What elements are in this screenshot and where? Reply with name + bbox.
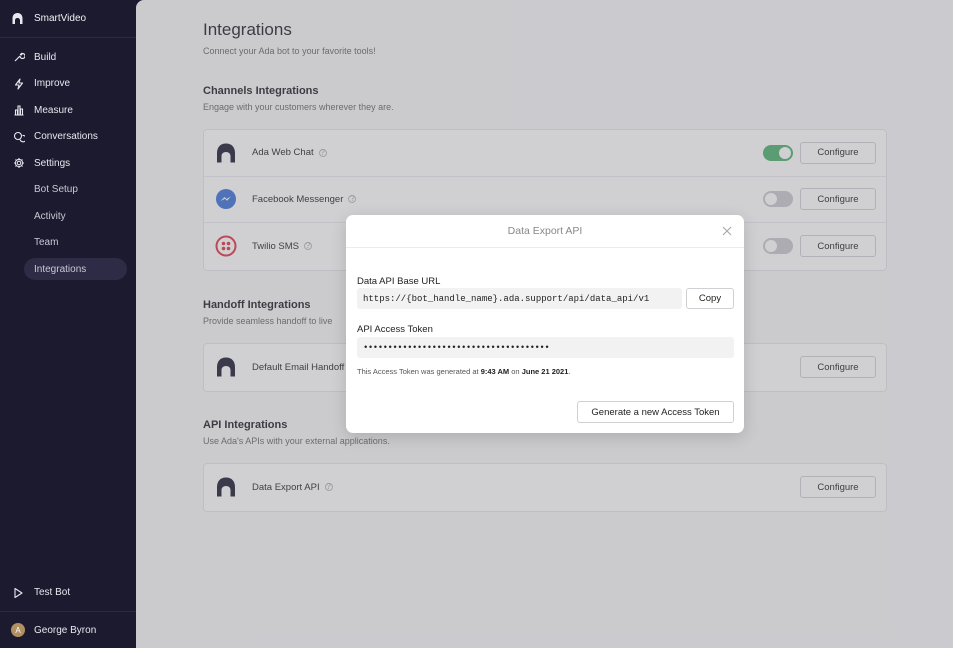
brand[interactable]: SmartVideo bbox=[0, 0, 136, 38]
sidebar-item-improve[interactable]: Improve bbox=[0, 71, 136, 98]
sidebar-item-measure[interactable]: Measure bbox=[0, 97, 136, 124]
sidebar-item-build[interactable]: Build bbox=[0, 44, 136, 71]
sidebar-subitem-label: Integrations bbox=[34, 263, 87, 275]
close-icon[interactable] bbox=[721, 225, 733, 237]
play-icon bbox=[12, 586, 25, 599]
sidebar-item-settings[interactable]: Settings bbox=[0, 150, 136, 177]
user-name: George Byron bbox=[34, 624, 97, 636]
base-url-field[interactable]: https://{bot_handle_name}.ada.support/ap… bbox=[357, 288, 682, 309]
note-time: 9:43 AM bbox=[480, 367, 510, 376]
user-menu[interactable]: A George Byron bbox=[0, 612, 136, 648]
modal-title: Data Export API bbox=[507, 225, 583, 237]
token-generated-note: This Access Token was generated at 9:43 … bbox=[357, 367, 570, 376]
gear-icon bbox=[12, 157, 25, 170]
lightning-icon bbox=[12, 77, 25, 90]
token-label: API Access Token bbox=[357, 324, 433, 335]
ada-logo-icon bbox=[11, 12, 24, 25]
chat-icon bbox=[12, 130, 25, 143]
generate-token-button[interactable]: Generate a new Access Token bbox=[577, 401, 734, 423]
test-bot-label: Test Bot bbox=[34, 587, 71, 598]
sidebar-item-label: Build bbox=[34, 51, 57, 63]
sidebar-subitem-team[interactable]: Team bbox=[0, 230, 136, 257]
note-date: June 21 2021 bbox=[521, 367, 569, 376]
sidebar-bottom: Test Bot A George Byron bbox=[0, 574, 136, 648]
sidebar-item-label: Improve bbox=[34, 78, 71, 90]
sidebar-subitem-bot-setup[interactable]: Bot Setup bbox=[0, 177, 136, 204]
test-bot-button[interactable]: Test Bot bbox=[0, 574, 136, 612]
sidebar-item-label: Measure bbox=[34, 104, 73, 116]
note-mid: on bbox=[509, 367, 522, 376]
sidebar-subitem-label: Team bbox=[34, 237, 59, 249]
sidebar-subitem-activity[interactable]: Activity bbox=[0, 203, 136, 230]
sidebar-item-conversations[interactable]: Conversations bbox=[0, 124, 136, 151]
app-name: SmartVideo bbox=[34, 13, 87, 24]
sidebar-subitem-integrations[interactable]: Integrations bbox=[24, 258, 127, 280]
copy-button[interactable]: Copy bbox=[686, 288, 734, 309]
sidebar-subitem-label: Activity bbox=[34, 210, 66, 222]
avatar: A bbox=[11, 623, 25, 637]
sidebar-item-label: Conversations bbox=[34, 131, 98, 143]
sidebar-item-label: Settings bbox=[34, 157, 71, 169]
bar-chart-icon bbox=[12, 104, 25, 117]
wrench-icon bbox=[12, 51, 25, 64]
note-suffix: . bbox=[568, 367, 571, 376]
sidebar-subitem-label: Bot Setup bbox=[34, 184, 78, 196]
sidebar: SmartVideo Build Improve Measure Convers… bbox=[0, 0, 136, 648]
access-token-field[interactable]: •••••••••••••••••••••••••••••••••••••• bbox=[357, 337, 734, 358]
modal-header: Data Export API bbox=[346, 215, 744, 248]
data-export-api-modal: Data Export API Data API Base URL https:… bbox=[346, 215, 744, 433]
base-url-label: Data API Base URL bbox=[357, 276, 441, 287]
note-prefix: This Access Token was generated at bbox=[357, 367, 481, 376]
sidebar-nav: Build Improve Measure Conversations Sett… bbox=[0, 38, 136, 280]
